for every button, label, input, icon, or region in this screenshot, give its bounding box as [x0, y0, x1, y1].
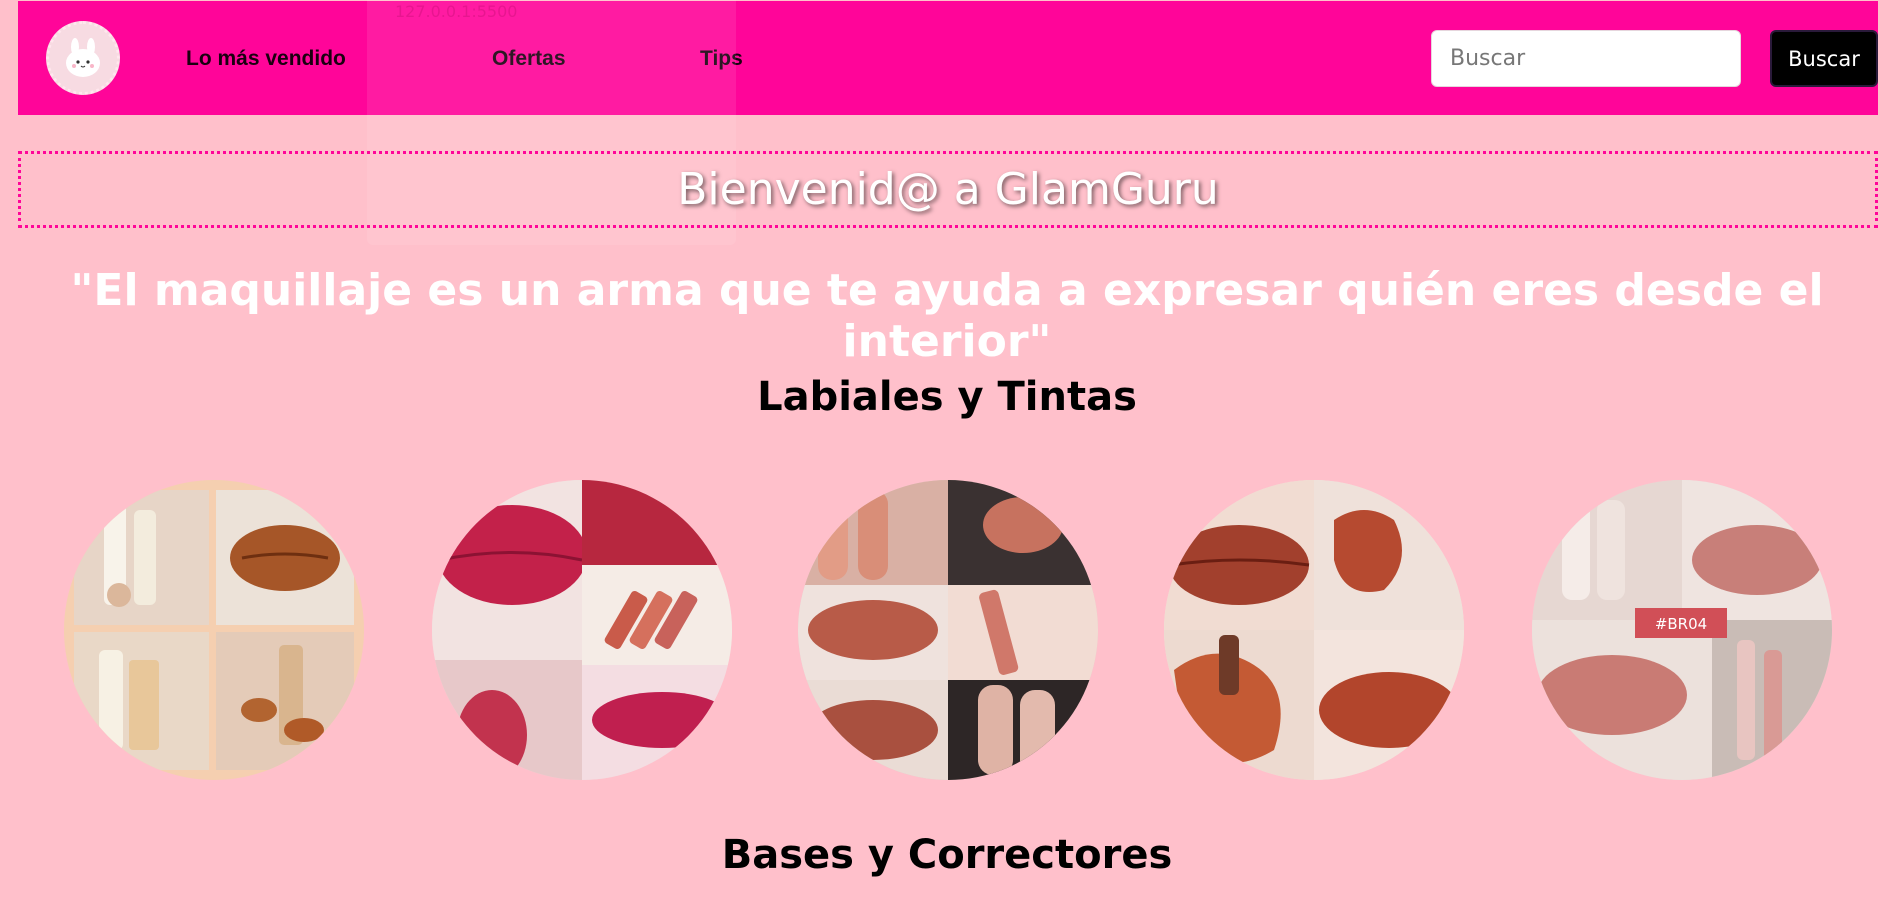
- page-title: Bienvenid@ a GlamGuru: [677, 164, 1219, 215]
- logo-icon[interactable]: [46, 21, 120, 95]
- product-image-5[interactable]: #BR04: [1532, 480, 1832, 780]
- search-button[interactable]: Buscar: [1770, 30, 1878, 87]
- ghost-url-text: 127.0.0.1:5500: [395, 2, 518, 21]
- product-overlay-label: #BR04: [1655, 615, 1707, 633]
- product-image-1[interactable]: [64, 480, 364, 780]
- product-image-2[interactable]: [432, 480, 732, 780]
- section-title-labiales: Labiales y Tintas: [757, 374, 1137, 420]
- hero-quote: "El maquillaje es un arma que te ayuda a…: [70, 265, 1824, 367]
- product-image-4[interactable]: [1164, 480, 1464, 780]
- bunny-icon: [66, 38, 100, 77]
- product-image-3[interactable]: [798, 480, 1098, 780]
- section-title-bases: Bases y Correctores: [721, 832, 1173, 878]
- navbar: Lo más vendido Ofertas Tips Buscar: [18, 1, 1878, 115]
- search-input[interactable]: [1431, 30, 1741, 87]
- welcome-banner: Bienvenid@ a GlamGuru: [18, 151, 1878, 228]
- nav-link-lo-mas-vendido[interactable]: Lo más vendido: [186, 47, 346, 71]
